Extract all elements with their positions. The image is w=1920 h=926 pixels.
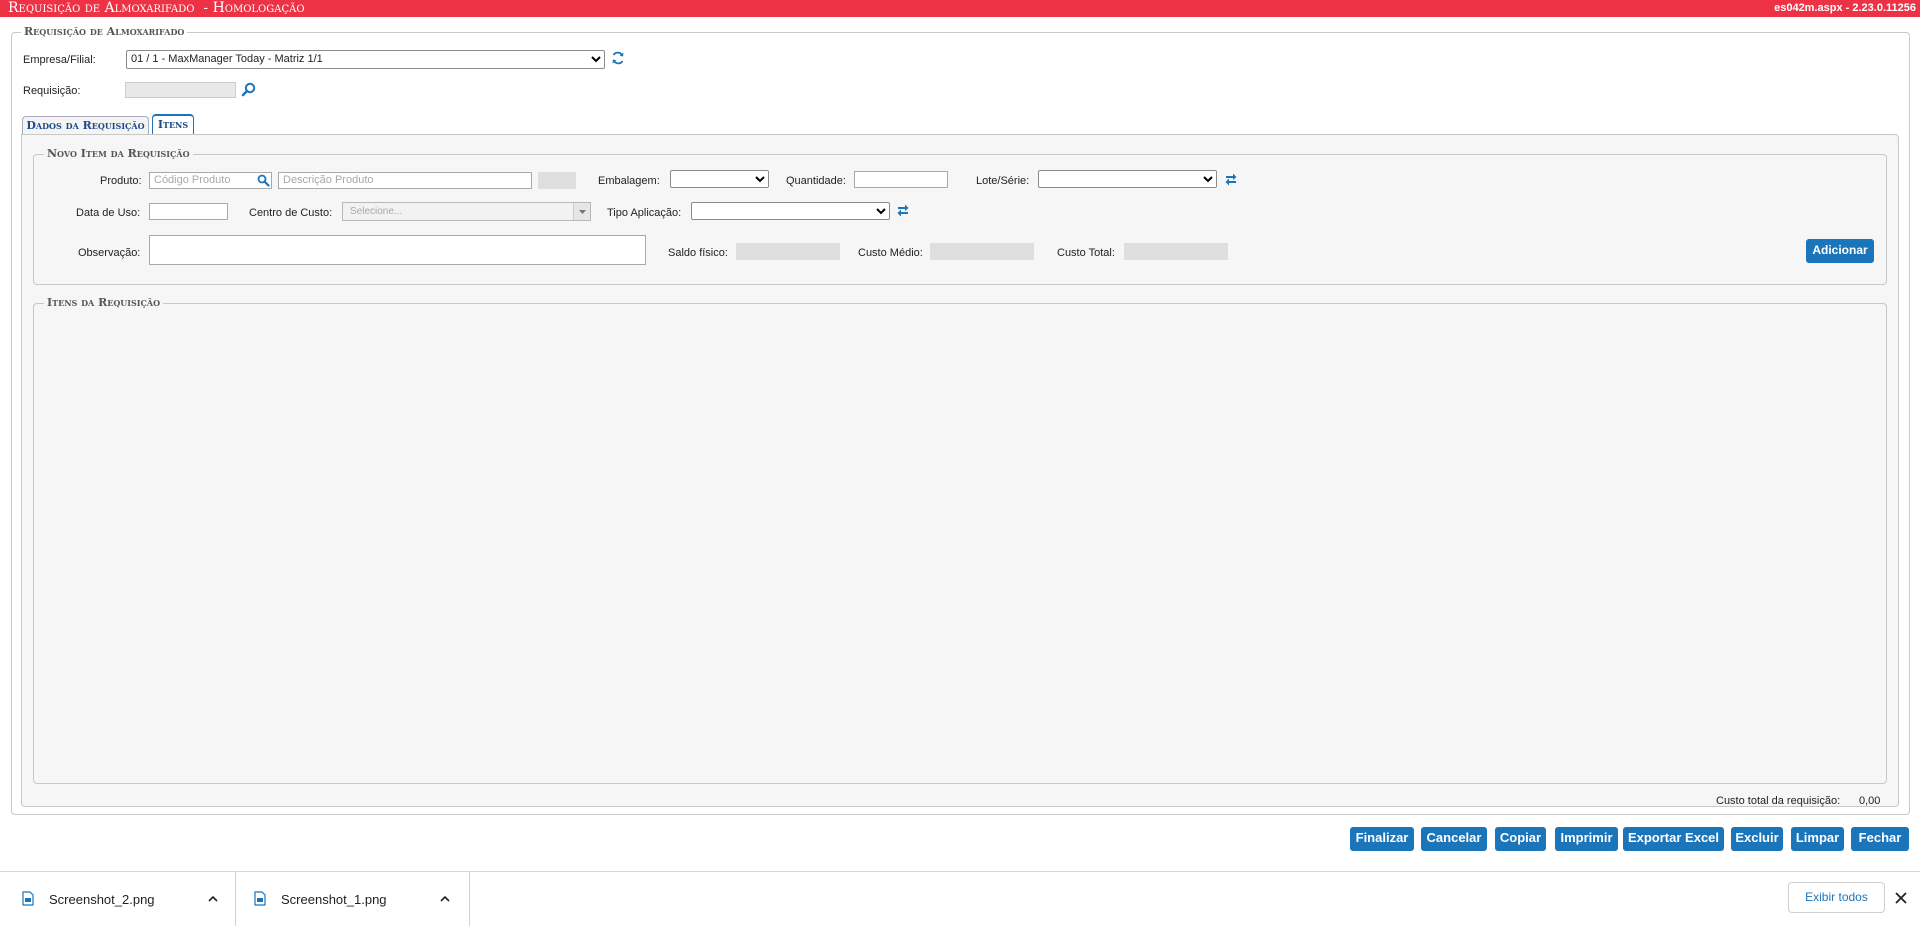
lote-serie-label: Lote/Série:: [976, 175, 1030, 187]
custo-total-requisicao-value: 0,00: [1859, 795, 1881, 807]
chevron-down-icon: [591, 56, 601, 63]
copiar-button[interactable]: Copiar: [1495, 827, 1546, 851]
observacao-textarea[interactable]: [149, 235, 646, 265]
centro-custo-combo[interactable]: Selecione...: [342, 202, 591, 221]
search-icon[interactable]: [241, 82, 256, 97]
close-icon[interactable]: [1895, 892, 1907, 904]
download-filename: Screenshot_1.png: [281, 892, 387, 907]
fechar-button[interactable]: Fechar: [1851, 827, 1909, 851]
embalagem-label: Embalagem:: [598, 175, 660, 187]
custo-total-display: [1124, 243, 1228, 260]
novo-item-legend: Novo Item da Requisição: [44, 148, 193, 160]
search-icon[interactable]: [257, 174, 270, 187]
empresa-select[interactable]: 01 / 1 - MaxManager Today - Matriz 1/1: [126, 50, 605, 69]
adicionar-button[interactable]: Adicionar: [1806, 239, 1874, 263]
downloads-bar: Screenshot_2.png Screenshot_1.png Exibir…: [0, 871, 1920, 926]
chevron-down-icon: [755, 176, 765, 183]
produto-label: Produto:: [100, 175, 142, 187]
itens-fieldset: [33, 303, 1887, 784]
chevron-down-icon: [876, 208, 886, 215]
chevron-down-icon: [1203, 176, 1213, 183]
refresh-icon[interactable]: [611, 51, 625, 65]
requisicao-label: Requisição:: [23, 85, 81, 97]
file-icon: [254, 891, 266, 906]
tab-dados-requisicao[interactable]: Dados da Requisição: [22, 116, 149, 135]
chevron-up-icon[interactable]: [207, 893, 219, 905]
tipo-aplicacao-select[interactable]: [691, 202, 890, 220]
version-label: es042m.aspx - 2.23.0.11256: [1774, 2, 1916, 14]
exportar-excel-button[interactable]: Exportar Excel: [1623, 827, 1724, 851]
file-icon: [22, 891, 34, 906]
custo-total-label: Custo Total:: [1057, 247, 1115, 259]
chevron-up-icon[interactable]: [439, 893, 451, 905]
centro-custo-dropdown-button[interactable]: [573, 203, 590, 220]
excluir-button[interactable]: Excluir: [1731, 827, 1783, 851]
download-item[interactable]: Screenshot_2.png: [0, 872, 236, 926]
embalagem-select[interactable]: [670, 170, 769, 188]
tab-itens[interactable]: Itens: [152, 114, 194, 135]
finalizar-button[interactable]: Finalizar: [1350, 827, 1414, 851]
saldo-fisico-display: [736, 243, 840, 260]
limpar-button[interactable]: Limpar: [1791, 827, 1844, 851]
codigo-produto-input[interactable]: Código Produto: [149, 172, 272, 189]
cancelar-button[interactable]: Cancelar: [1421, 827, 1487, 851]
requisicao-legend: Requisição de Almoxarifado: [21, 26, 188, 38]
data-uso-label: Data de Uso:: [76, 207, 141, 219]
empresa-select-value: 01 / 1 - MaxManager Today - Matriz 1/1: [131, 53, 323, 65]
empresa-label: Empresa/Filial:: [23, 54, 96, 66]
centro-custo-label: Centro de Custo:: [249, 207, 333, 219]
saldo-fisico-label: Saldo físico:: [668, 247, 728, 259]
caret-down-icon: [579, 210, 586, 214]
refresh-icon[interactable]: [1224, 171, 1238, 187]
tipo-aplicacao-label: Tipo Aplicação:: [607, 207, 682, 219]
download-item[interactable]: Screenshot_1.png: [236, 872, 470, 926]
itens-legend: Itens da Requisição: [44, 297, 164, 309]
custo-medio-display: [930, 243, 1034, 260]
centro-custo-placeholder: Selecione...: [350, 206, 403, 217]
descricao-produto-input[interactable]: Descrição Produto: [278, 172, 532, 189]
quantidade-label: Quantidade:: [786, 175, 846, 187]
imprimir-button[interactable]: Imprimir: [1555, 827, 1618, 851]
custo-total-requisicao-label: Custo total da requisição:: [1716, 795, 1841, 807]
unidade-display: [538, 172, 576, 189]
quantidade-input[interactable]: [854, 171, 948, 188]
download-filename: Screenshot_2.png: [49, 892, 155, 907]
custo-medio-label: Custo Médio:: [858, 247, 923, 259]
show-all-downloads-button[interactable]: Exibir todos: [1788, 882, 1885, 913]
data-uso-input[interactable]: [149, 203, 228, 220]
descricao-produto-placeholder: Descrição Produto: [283, 174, 374, 186]
requisicao-input[interactable]: [125, 82, 236, 98]
page-title: Requisição de Almoxarifado - Homologação: [8, 0, 305, 16]
observacao-label: Observação:: [78, 247, 141, 259]
title-bar: Requisição de Almoxarifado - Homologação…: [0, 0, 1920, 17]
lote-serie-select[interactable]: [1038, 170, 1217, 188]
codigo-produto-placeholder: Código Produto: [154, 174, 231, 186]
refresh-icon[interactable]: [896, 202, 910, 218]
